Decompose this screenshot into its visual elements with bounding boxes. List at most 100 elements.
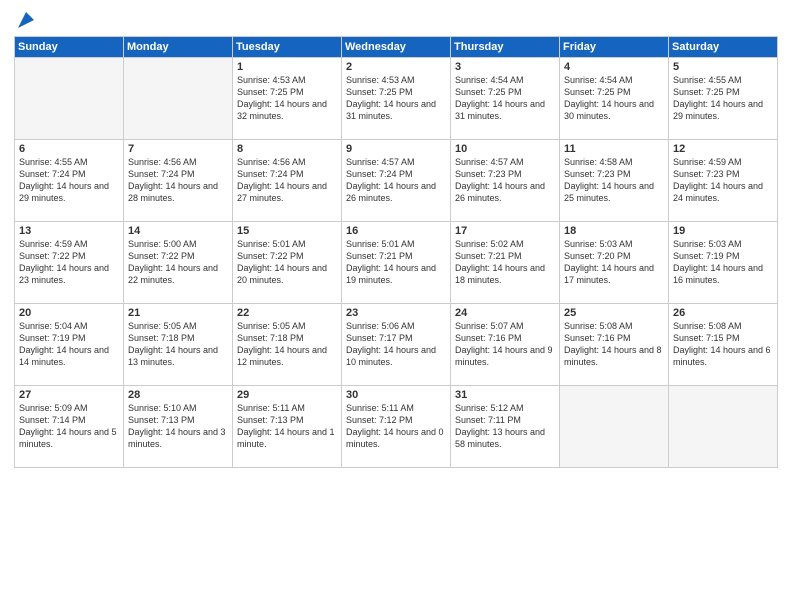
calendar-cell [124,58,233,140]
calendar-cell: 17Sunrise: 5:02 AMSunset: 7:21 PMDayligh… [451,222,560,304]
cell-info: Sunrise: 5:11 AMSunset: 7:12 PMDaylight:… [346,402,446,451]
day-number: 26 [673,307,773,319]
calendar-cell: 4Sunrise: 4:54 AMSunset: 7:25 PMDaylight… [560,58,669,140]
cell-info: Sunrise: 5:03 AMSunset: 7:19 PMDaylight:… [673,238,773,287]
calendar-cell: 23Sunrise: 5:06 AMSunset: 7:17 PMDayligh… [342,304,451,386]
cell-info: Sunrise: 4:56 AMSunset: 7:24 PMDaylight:… [128,156,228,205]
calendar-cell: 6Sunrise: 4:55 AMSunset: 7:24 PMDaylight… [15,140,124,222]
day-number: 1 [237,61,337,73]
day-number: 24 [455,307,555,319]
cell-info: Sunrise: 5:05 AMSunset: 7:18 PMDaylight:… [128,320,228,369]
cell-info: Sunrise: 5:00 AMSunset: 7:22 PMDaylight:… [128,238,228,287]
cell-info: Sunrise: 4:59 AMSunset: 7:23 PMDaylight:… [673,156,773,205]
calendar-cell: 24Sunrise: 5:07 AMSunset: 7:16 PMDayligh… [451,304,560,386]
day-number: 16 [346,225,446,237]
cell-info: Sunrise: 5:07 AMSunset: 7:16 PMDaylight:… [455,320,555,369]
weekday-header-monday: Monday [124,37,233,58]
calendar-cell: 21Sunrise: 5:05 AMSunset: 7:18 PMDayligh… [124,304,233,386]
weekday-header-wednesday: Wednesday [342,37,451,58]
day-number: 15 [237,225,337,237]
day-number: 8 [237,143,337,155]
calendar-cell: 5Sunrise: 4:55 AMSunset: 7:25 PMDaylight… [669,58,778,140]
calendar-cell: 7Sunrise: 4:56 AMSunset: 7:24 PMDaylight… [124,140,233,222]
calendar-cell: 29Sunrise: 5:11 AMSunset: 7:13 PMDayligh… [233,386,342,468]
weekday-header-tuesday: Tuesday [233,37,342,58]
header [14,10,778,30]
calendar-cell: 16Sunrise: 5:01 AMSunset: 7:21 PMDayligh… [342,222,451,304]
day-number: 6 [19,143,119,155]
day-number: 29 [237,389,337,401]
calendar-cell: 1Sunrise: 4:53 AMSunset: 7:25 PMDaylight… [233,58,342,140]
cell-info: Sunrise: 5:09 AMSunset: 7:14 PMDaylight:… [19,402,119,451]
day-number: 11 [564,143,664,155]
cell-info: Sunrise: 4:59 AMSunset: 7:22 PMDaylight:… [19,238,119,287]
cell-info: Sunrise: 4:57 AMSunset: 7:24 PMDaylight:… [346,156,446,205]
day-number: 19 [673,225,773,237]
calendar-cell: 18Sunrise: 5:03 AMSunset: 7:20 PMDayligh… [560,222,669,304]
cell-info: Sunrise: 5:08 AMSunset: 7:15 PMDaylight:… [673,320,773,369]
cell-info: Sunrise: 5:04 AMSunset: 7:19 PMDaylight:… [19,320,119,369]
day-number: 4 [564,61,664,73]
calendar-cell: 14Sunrise: 5:00 AMSunset: 7:22 PMDayligh… [124,222,233,304]
cell-info: Sunrise: 4:55 AMSunset: 7:24 PMDaylight:… [19,156,119,205]
day-number: 20 [19,307,119,319]
cell-info: Sunrise: 5:03 AMSunset: 7:20 PMDaylight:… [564,238,664,287]
cell-info: Sunrise: 4:57 AMSunset: 7:23 PMDaylight:… [455,156,555,205]
logo [14,10,36,30]
calendar-cell [560,386,669,468]
calendar-cell: 30Sunrise: 5:11 AMSunset: 7:12 PMDayligh… [342,386,451,468]
day-number: 23 [346,307,446,319]
calendar-cell: 11Sunrise: 4:58 AMSunset: 7:23 PMDayligh… [560,140,669,222]
cell-info: Sunrise: 4:53 AMSunset: 7:25 PMDaylight:… [237,74,337,123]
cell-info: Sunrise: 5:08 AMSunset: 7:16 PMDaylight:… [564,320,664,369]
calendar-cell: 2Sunrise: 4:53 AMSunset: 7:25 PMDaylight… [342,58,451,140]
cell-info: Sunrise: 4:53 AMSunset: 7:25 PMDaylight:… [346,74,446,123]
day-number: 14 [128,225,228,237]
day-number: 2 [346,61,446,73]
day-number: 25 [564,307,664,319]
calendar-cell: 25Sunrise: 5:08 AMSunset: 7:16 PMDayligh… [560,304,669,386]
cell-info: Sunrise: 5:01 AMSunset: 7:22 PMDaylight:… [237,238,337,287]
calendar-cell: 10Sunrise: 4:57 AMSunset: 7:23 PMDayligh… [451,140,560,222]
cell-info: Sunrise: 4:54 AMSunset: 7:25 PMDaylight:… [455,74,555,123]
day-number: 17 [455,225,555,237]
cell-info: Sunrise: 4:54 AMSunset: 7:25 PMDaylight:… [564,74,664,123]
day-number: 27 [19,389,119,401]
calendar-cell: 9Sunrise: 4:57 AMSunset: 7:24 PMDaylight… [342,140,451,222]
day-number: 31 [455,389,555,401]
day-number: 22 [237,307,337,319]
day-number: 3 [455,61,555,73]
calendar-cell: 12Sunrise: 4:59 AMSunset: 7:23 PMDayligh… [669,140,778,222]
calendar-cell: 28Sunrise: 5:10 AMSunset: 7:13 PMDayligh… [124,386,233,468]
day-number: 18 [564,225,664,237]
day-number: 21 [128,307,228,319]
day-number: 12 [673,143,773,155]
calendar-table: SundayMondayTuesdayWednesdayThursdayFrid… [14,36,778,468]
calendar-cell: 27Sunrise: 5:09 AMSunset: 7:14 PMDayligh… [15,386,124,468]
cell-info: Sunrise: 5:11 AMSunset: 7:13 PMDaylight:… [237,402,337,451]
weekday-header-thursday: Thursday [451,37,560,58]
cell-info: Sunrise: 5:10 AMSunset: 7:13 PMDaylight:… [128,402,228,451]
calendar-cell: 8Sunrise: 4:56 AMSunset: 7:24 PMDaylight… [233,140,342,222]
day-number: 28 [128,389,228,401]
calendar-cell: 22Sunrise: 5:05 AMSunset: 7:18 PMDayligh… [233,304,342,386]
cell-info: Sunrise: 4:55 AMSunset: 7:25 PMDaylight:… [673,74,773,123]
cell-info: Sunrise: 4:58 AMSunset: 7:23 PMDaylight:… [564,156,664,205]
calendar-cell: 31Sunrise: 5:12 AMSunset: 7:11 PMDayligh… [451,386,560,468]
day-number: 5 [673,61,773,73]
weekday-header-friday: Friday [560,37,669,58]
cell-info: Sunrise: 5:02 AMSunset: 7:21 PMDaylight:… [455,238,555,287]
calendar-cell: 20Sunrise: 5:04 AMSunset: 7:19 PMDayligh… [15,304,124,386]
calendar-cell: 13Sunrise: 4:59 AMSunset: 7:22 PMDayligh… [15,222,124,304]
day-number: 7 [128,143,228,155]
cell-info: Sunrise: 5:05 AMSunset: 7:18 PMDaylight:… [237,320,337,369]
weekday-header-saturday: Saturday [669,37,778,58]
weekday-header-sunday: Sunday [15,37,124,58]
calendar-cell [15,58,124,140]
cell-info: Sunrise: 4:56 AMSunset: 7:24 PMDaylight:… [237,156,337,205]
calendar-cell: 19Sunrise: 5:03 AMSunset: 7:19 PMDayligh… [669,222,778,304]
day-number: 13 [19,225,119,237]
logo-icon [16,10,36,30]
cell-info: Sunrise: 5:12 AMSunset: 7:11 PMDaylight:… [455,402,555,451]
calendar-cell: 3Sunrise: 4:54 AMSunset: 7:25 PMDaylight… [451,58,560,140]
